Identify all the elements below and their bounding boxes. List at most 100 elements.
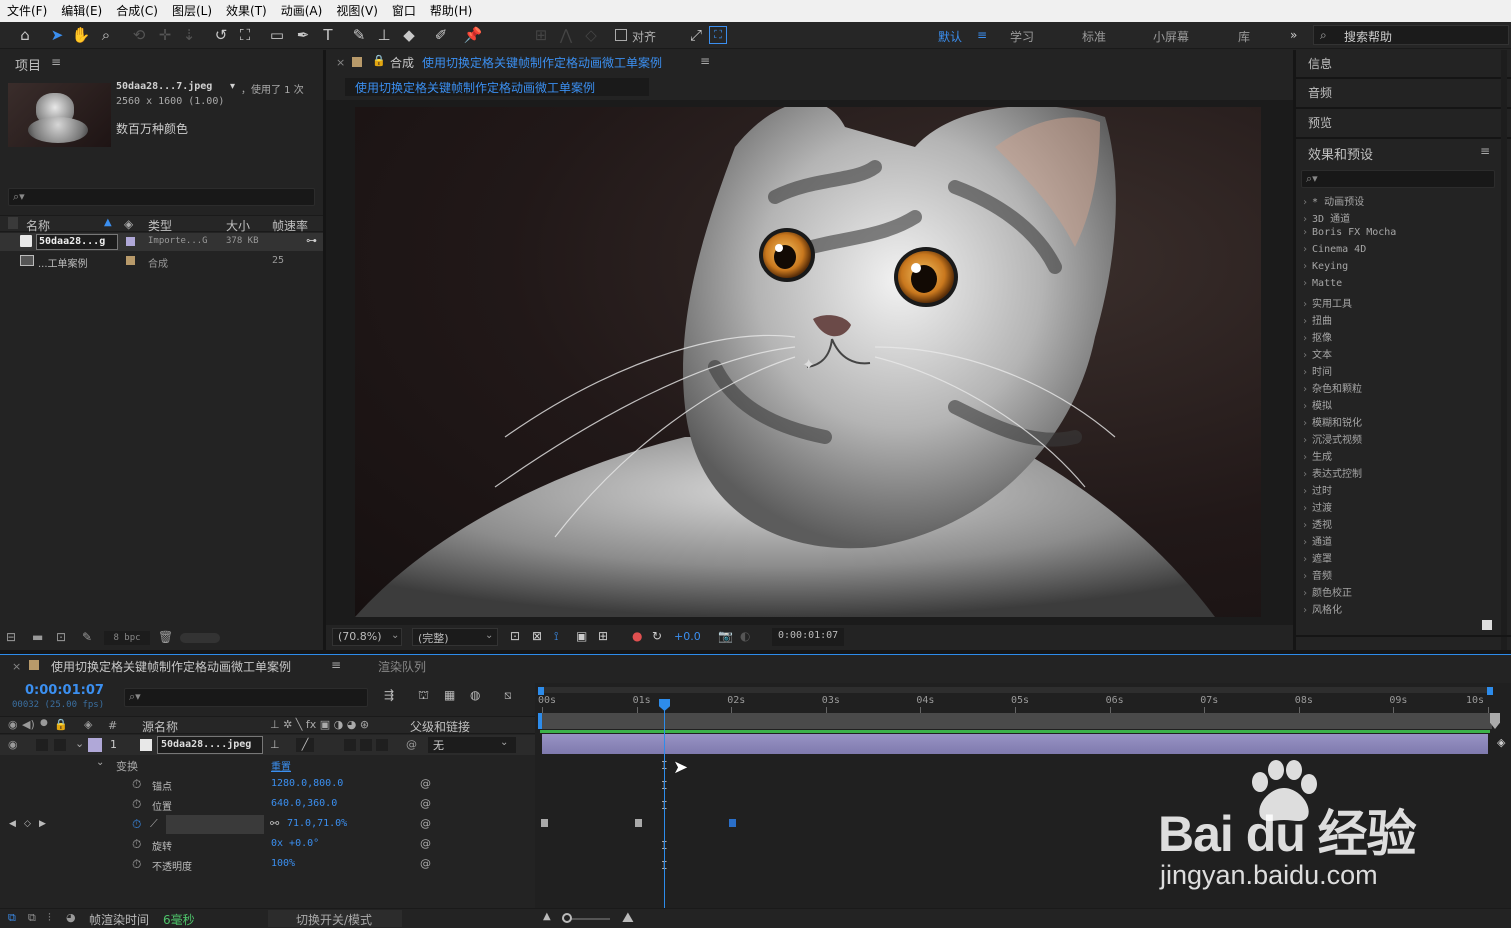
- comp-marker-icon[interactable]: ◈: [1497, 736, 1505, 749]
- graph-icon[interactable]: ⟋: [150, 817, 158, 831]
- pen-tool-icon[interactable]: ✒: [292, 25, 314, 45]
- info-panel-tab[interactable]: 信息: [1308, 55, 1332, 72]
- thumbnail-slider[interactable]: [180, 633, 220, 643]
- comp-mini-flowchart-icon[interactable]: ⇶: [384, 688, 394, 702]
- property-value[interactable]: 71.0,71.0%: [287, 818, 347, 829]
- workspace-libraries[interactable]: 库: [1238, 28, 1250, 45]
- next-keyframe-icon[interactable]: ▶: [39, 819, 46, 829]
- transform-property-row[interactable]: ⏱ 锚点 1280.0,800.0 @: [0, 775, 535, 795]
- viewer-timecode[interactable]: 0:00:01:07: [772, 628, 844, 646]
- keyframe-marker[interactable]: [635, 819, 642, 827]
- effect-category-item[interactable]: › 遮罩: [1302, 550, 1332, 565]
- adjustment-switch[interactable]: [376, 739, 388, 751]
- property-value[interactable]: 100%: [271, 858, 295, 869]
- audio-icon[interactable]: ◀): [22, 718, 35, 731]
- effect-category-item[interactable]: › 时间: [1302, 363, 1332, 378]
- scrollbar[interactable]: [1501, 50, 1507, 650]
- effect-category-item[interactable]: › 透视: [1302, 516, 1332, 531]
- show-snapshot-icon[interactable]: ◐: [740, 629, 750, 643]
- bit-depth-button[interactable]: 8 bpc: [104, 631, 150, 645]
- effect-category-item[interactable]: › Boris FX Mocha: [1302, 227, 1396, 238]
- keyframe-marker-selected[interactable]: [729, 819, 736, 827]
- expression-pick-whip-icon[interactable]: @: [420, 857, 431, 870]
- stopwatch-icon[interactable]: ⏱: [132, 817, 141, 832]
- effect-category-item[interactable]: › 表达式控制: [1302, 465, 1362, 480]
- column-fps[interactable]: 帧速率: [272, 217, 308, 234]
- camera-snapshot-icon[interactable]: 📷: [718, 629, 733, 643]
- property-value[interactable]: 640.0,360.0: [271, 798, 337, 809]
- grid-guides-icon[interactable]: ⊞: [598, 629, 608, 643]
- navigator-start-handle[interactable]: [538, 687, 544, 695]
- shy-switch-icon[interactable]: ⊥: [270, 738, 280, 751]
- add-keyframe-icon[interactable]: ◇: [24, 819, 31, 829]
- anchor-point-icon[interactable]: ✦: [802, 355, 815, 374]
- workspace-small-screen[interactable]: 小屏幕: [1153, 28, 1189, 45]
- workspace-learn[interactable]: 学习: [1010, 28, 1034, 45]
- column-type[interactable]: 类型: [148, 217, 172, 234]
- effect-category-item[interactable]: › 通道: [1302, 533, 1332, 548]
- hand-tool-icon[interactable]: ✋: [70, 25, 92, 45]
- new-composition-icon[interactable]: ⊡: [56, 630, 66, 644]
- align-checkbox[interactable]: [615, 29, 627, 41]
- layer-duration-bar[interactable]: [542, 734, 1488, 754]
- effect-category-item[interactable]: › 过时: [1302, 482, 1332, 497]
- keyframe-marker[interactable]: [541, 819, 548, 827]
- effect-category-item[interactable]: › 过渡: [1302, 499, 1332, 514]
- color-channels-icon[interactable]: ●: [632, 629, 642, 643]
- property-value[interactable]: 1280.0,800.0: [271, 778, 343, 789]
- timeline-tab-name[interactable]: 使用切换定格关键帧制作定格动画微工单案例: [51, 658, 291, 675]
- pan-camera-icon[interactable]: ✛: [154, 25, 176, 45]
- effect-category-item[interactable]: › 颜色校正: [1302, 584, 1352, 599]
- more-workspaces-icon[interactable]: »: [1290, 28, 1297, 42]
- menu-layer[interactable]: 图层(L): [165, 0, 219, 22]
- effect-category-item[interactable]: › 模拟: [1302, 397, 1332, 412]
- transform-group-row[interactable]: ⌄ 变换 重置: [0, 755, 535, 775]
- work-area-bar[interactable]: [538, 713, 1492, 729]
- home-icon[interactable]: ⌂: [14, 25, 36, 45]
- orbit-camera-icon[interactable]: ⟲: [128, 25, 150, 45]
- eraser-tool-icon[interactable]: ◆: [398, 25, 420, 45]
- render-time-icon[interactable]: ◕: [66, 911, 76, 924]
- close-tab-icon[interactable]: ×: [336, 56, 345, 69]
- effect-category-item[interactable]: › 抠像: [1302, 329, 1332, 344]
- menu-help[interactable]: 帮助(H): [423, 0, 479, 22]
- flowchart-icon[interactable]: ⊶: [306, 234, 317, 247]
- effect-category-item[interactable]: › 音频: [1302, 567, 1332, 582]
- effects-search-input[interactable]: ⌕▾: [1301, 170, 1495, 188]
- property-value[interactable]: 0x +0.0°: [271, 838, 319, 849]
- close-tab-icon[interactable]: ×: [12, 660, 21, 673]
- workspace-default[interactable]: 默认: [938, 28, 962, 45]
- zoom-tool-icon[interactable]: ⌕: [95, 25, 117, 45]
- project-row-name[interactable]: 50daa28...g: [36, 234, 118, 250]
- comp-tab-name[interactable]: 使用切换定格关键帧制作定格动画微工单案例: [422, 54, 662, 71]
- panel-menu-icon[interactable]: ≡: [1480, 144, 1490, 158]
- pick-whip-icon[interactable]: @: [406, 738, 417, 751]
- clone-stamp-icon[interactable]: ⊥: [373, 25, 395, 45]
- lock-icon[interactable]: 🔒: [372, 54, 386, 67]
- transparency-grid-icon[interactable]: ⊠: [532, 629, 542, 643]
- effect-category-item[interactable]: › * 动画预设: [1302, 193, 1364, 208]
- work-area-navigator[interactable]: [538, 687, 1492, 693]
- new-folder-icon[interactable]: ▬: [32, 630, 43, 644]
- snap-icon[interactable]: ⤢: [685, 25, 707, 45]
- quality-switch[interactable]: ╱: [296, 738, 314, 752]
- column-source-name[interactable]: 源名称: [142, 718, 178, 735]
- expression-pick-whip-icon[interactable]: @: [420, 777, 431, 790]
- zoom-in-icon[interactable]: ⛰: [622, 910, 634, 926]
- transform-property-row[interactable]: ⏱ 旋转 0x +0.0° @: [0, 835, 535, 855]
- visibility-eye-icon[interactable]: ◉: [8, 738, 18, 751]
- transform-property-row[interactable]: ⏱ 不透明度 100% @: [0, 855, 535, 875]
- rectangle-tool-icon[interactable]: ▭: [266, 25, 288, 45]
- layer-switches-icon[interactable]: ⧉: [8, 911, 16, 925]
- effect-category-item[interactable]: › 沉浸式视频: [1302, 431, 1362, 446]
- effect-category-item[interactable]: › 生成: [1302, 448, 1332, 463]
- effect-category-item[interactable]: › Cinema 4D: [1302, 244, 1366, 255]
- expression-pick-whip-icon[interactable]: @: [420, 797, 431, 810]
- project-search-input[interactable]: ⌕▾: [8, 188, 315, 206]
- expression-pick-whip-icon[interactable]: @: [420, 817, 431, 830]
- motion-blur-switch[interactable]: [360, 739, 372, 751]
- puppet-pin-icon[interactable]: 📌: [462, 25, 484, 45]
- motion-blur-icon[interactable]: ◍: [470, 688, 480, 702]
- mask-visibility-icon[interactable]: ⟟: [554, 629, 558, 644]
- stopwatch-icon[interactable]: ⏱: [132, 857, 141, 872]
